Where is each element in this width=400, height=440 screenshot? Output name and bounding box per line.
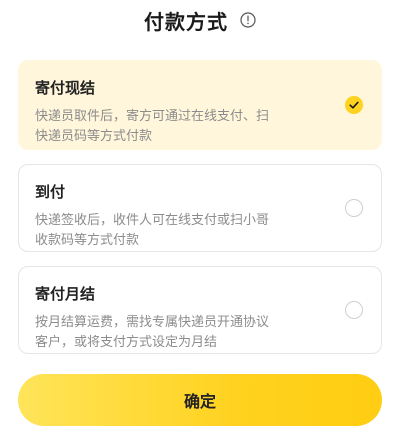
option-cash-on-delivery[interactable]: 到付 快递签收后，收件人可在线支付或扫小哥 收款码等方式付款 <box>18 164 382 252</box>
option-description: 按月结算运费，需找专属快递员开通协议 客户，或将支付方式设定为月结 <box>35 313 341 353</box>
option-description-line: 按月结算运费，需找专属快递员开通协议 <box>35 315 270 330</box>
option-description: 快递员取件后，寄方可通过在线支付、扫 快递员码等方式付款 <box>35 107 341 147</box>
option-description: 快递签收后，收件人可在线支付或扫小哥 收款码等方式付款 <box>35 211 341 251</box>
option-description-line: 快递员码等方式付款 <box>35 129 153 144</box>
option-title: 到付 <box>35 183 66 201</box>
radio-unchecked[interactable] <box>345 199 363 217</box>
option-title: 寄付现结 <box>35 79 96 97</box>
check-icon <box>349 101 359 109</box>
option-description-line: 快递签收后，收件人可在线支付或扫小哥 <box>35 213 270 228</box>
payment-method-page: 付款方式 寄付现结 快递员取件后，寄方可通过在线支付、扫 快递员码等方式付款 到 <box>0 0 400 440</box>
info-icon[interactable] <box>240 12 256 28</box>
payment-options-list: 寄付现结 快递员取件后，寄方可通过在线支付、扫 快递员码等方式付款 到付 快递签… <box>18 60 382 368</box>
option-description-line: 快递员取件后，寄方可通过在线支付、扫 <box>35 109 270 124</box>
option-description-line: 收款码等方式付款 <box>35 233 140 248</box>
option-description-line: 客户，或将支付方式设定为月结 <box>35 335 218 350</box>
radio-checked[interactable] <box>345 96 363 114</box>
option-pay-on-send[interactable]: 寄付现结 快递员取件后，寄方可通过在线支付、扫 快递员码等方式付款 <box>18 60 382 150</box>
header: 付款方式 <box>0 0 400 40</box>
option-monthly-settlement[interactable]: 寄付月结 按月结算运费，需找专属快递员开通协议 客户，或将支付方式设定为月结 <box>18 266 382 354</box>
option-title: 寄付月结 <box>35 285 96 303</box>
radio-unchecked[interactable] <box>345 301 363 319</box>
page-title: 付款方式 <box>144 9 228 34</box>
confirm-button[interactable]: 确定 <box>18 374 382 426</box>
